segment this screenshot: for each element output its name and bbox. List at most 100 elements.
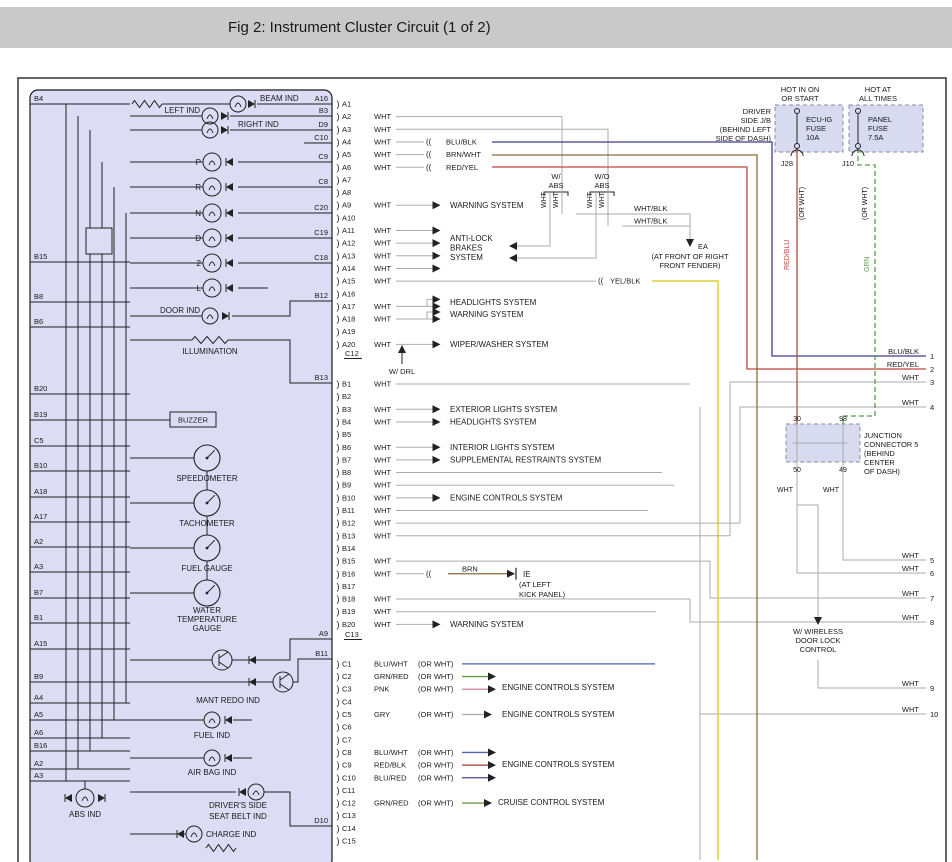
edge-wire-label: BLU/BLK: [888, 347, 919, 356]
pin-id: B12: [342, 519, 355, 528]
edge-number: 10: [930, 710, 938, 719]
cluster-pin-label: A4: [34, 693, 43, 702]
diagram-label: WHT/BLK: [634, 217, 667, 226]
pin-id: B20: [342, 620, 355, 629]
pin-bracket: ): [337, 543, 340, 553]
diagram-label: 10A: [806, 133, 819, 142]
diagram-label: W/: [551, 172, 561, 181]
cluster-pin-label: B12: [315, 291, 328, 300]
wire-line: [690, 599, 926, 622]
wire-color-label: WHT: [374, 481, 391, 490]
wire-color-label: WHT: [374, 150, 391, 159]
wire-line: [652, 281, 718, 860]
diagram-label: HOT IN ON: [781, 85, 820, 94]
diagram-label: OF DASH): [864, 467, 900, 476]
diagram-label: D: [195, 234, 201, 243]
diagram-label: CHARGE IND: [206, 830, 256, 839]
pin-id: B2: [342, 392, 351, 401]
pin-id: C6: [342, 723, 352, 732]
cluster-pin-label: A2: [34, 537, 43, 546]
edge-number: 7: [930, 594, 934, 603]
wiring-diagram: B4B15B8B6B20B19C5B10A18A17A2A3B7B1A15B9A…: [0, 0, 952, 862]
pin-bracket: ): [337, 697, 340, 707]
pin-id: A13: [342, 251, 355, 260]
pin-id: A20: [342, 340, 355, 349]
system-arrow-icon: [433, 340, 441, 348]
diagram-label: R: [195, 183, 201, 192]
pin-bracket: ): [337, 773, 340, 783]
pin-bracket: ): [337, 238, 340, 248]
diagram-label: SIDE J/B: [741, 116, 771, 125]
pin-id: B18: [342, 595, 355, 604]
pin-bracket: ): [337, 188, 340, 198]
diagram-label: FUSE: [806, 124, 826, 133]
diagram-label: AIR BAG IND: [188, 768, 237, 777]
edge-wire-label: WHT: [902, 373, 919, 382]
pin-id: B6: [342, 443, 351, 452]
wire-alt-color-label: (OR WHT): [418, 748, 454, 757]
pin-id: A14: [342, 264, 355, 273]
cluster-pin-label: A2: [34, 759, 43, 768]
gauge-icon: [206, 592, 209, 595]
pin-bracket: ): [337, 747, 340, 757]
diagram-label: WARNING SYSTEM: [450, 201, 524, 210]
cluster-pin-label: A3: [34, 562, 43, 571]
edge-number: 6: [930, 569, 934, 578]
wire-color-label: WHT: [374, 264, 391, 273]
wire-color-label: WHT: [374, 163, 391, 172]
pin-id: C4: [342, 697, 352, 706]
pin-bracket: ): [337, 506, 340, 516]
pin-id: A9: [342, 201, 351, 210]
cluster-pin-label: B15: [34, 252, 47, 261]
pin-id: A17: [342, 302, 355, 311]
diagram-label: (AT LEFT: [519, 580, 551, 589]
gauge-icon: [206, 547, 209, 550]
cluster-pin-label: B10: [34, 461, 47, 470]
pin-bracket: ): [337, 213, 340, 223]
edge-number: 1: [930, 352, 934, 361]
inline-connector-icon: ((: [426, 150, 432, 159]
cluster-pin-label: A17: [34, 512, 47, 521]
edge-wire-label: WHT: [902, 564, 919, 573]
wire-color-label: WHT: [374, 340, 391, 349]
cluster-pin-label: B11: [315, 649, 328, 658]
diagram-label: GAUGE: [193, 624, 222, 633]
pin-id: B3: [342, 405, 351, 414]
diagram-label: (BEHIND: [864, 449, 895, 458]
wire-color-label: WHT: [374, 239, 391, 248]
diagram-label: TACHOMETER: [179, 519, 235, 528]
cluster-pin-label: C8: [318, 177, 328, 186]
system-arrow-icon: [433, 405, 441, 413]
wire-alt-color-label: (OR WHT): [418, 761, 454, 770]
edge-wire-label: WHT: [902, 679, 919, 688]
diagram-label: BEAM IND: [260, 94, 299, 103]
diagram-label: SUPPLEMENTAL RESTRAINTS SYSTEM: [450, 456, 601, 465]
edge-wire-label: WHT: [902, 705, 919, 714]
system-arrow-icon: [488, 774, 496, 782]
cluster-pin-label: B9: [34, 672, 43, 681]
wire-color-label: YEL/BLK: [610, 277, 640, 286]
system-arrow-icon: [433, 264, 441, 272]
diagram-label: DRIVER'S SIDE: [209, 801, 267, 810]
arrow-icon: [509, 242, 517, 250]
pin-bracket: ): [337, 99, 340, 109]
wire-line: [427, 299, 433, 306]
pin-bracket: ): [337, 594, 340, 604]
wire-line: [427, 312, 433, 319]
pin-bracket: ): [337, 276, 340, 286]
diagram-label: DOOR LOCK: [795, 636, 840, 645]
pin-bracket: ): [337, 569, 340, 579]
diagram-label: ENGINE CONTROLS SYSTEM: [502, 760, 615, 769]
diagram-label: L: [197, 284, 202, 293]
wire-line: [843, 462, 926, 560]
wire-color-label: WHT: [374, 137, 391, 146]
diagram-label: W/ DRL: [389, 367, 415, 376]
pin-id: B9: [342, 481, 351, 490]
pin-bracket: ): [337, 619, 340, 629]
gauge-icon: [206, 457, 209, 460]
diagram-label: (BEHIND LEFT: [720, 125, 772, 134]
diagram-label: JUNCTION: [864, 431, 902, 440]
cluster-pin-label: B6: [34, 317, 43, 326]
pin-id: C1: [342, 659, 352, 668]
system-arrow-icon: [433, 418, 441, 426]
